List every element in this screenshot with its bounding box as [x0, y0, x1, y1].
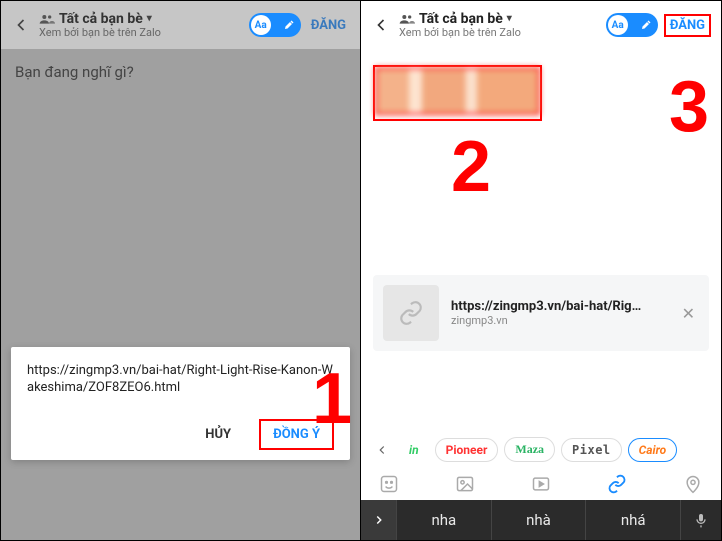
video-icon[interactable]	[531, 474, 551, 494]
keyboard-suggestion[interactable]: nha	[397, 500, 492, 540]
format-toggle[interactable]: Aa	[606, 13, 658, 37]
composer-area[interactable]: Bạn đang nghĩ gì?	[1, 49, 360, 95]
link-thumb-icon	[383, 285, 439, 341]
image-icon[interactable]	[455, 474, 475, 494]
font-chip-pioneer[interactable]: Pioneer	[435, 438, 499, 462]
caret-down-icon: ▾	[507, 13, 512, 25]
post-button[interactable]: ĐĂNG	[664, 14, 711, 37]
font-chip-pixel[interactable]: Pixel	[561, 438, 622, 462]
annotation-1: 1	[312, 363, 352, 435]
redacted-text-box	[373, 65, 542, 121]
font-chip-maza[interactable]: Maza	[504, 437, 555, 462]
audience-title: Tất cả bạn bè	[419, 11, 503, 27]
back-icon[interactable]	[371, 15, 391, 35]
header-title-block[interactable]: Tất cả bạn bè ▾ Xem bởi bạn bè trên Zalo	[39, 11, 241, 40]
annotation-3: 3	[669, 71, 709, 143]
keyboard-mic-icon[interactable]	[681, 512, 721, 528]
aa-icon: Aa	[251, 15, 271, 35]
remove-link-button[interactable]: ✕	[678, 304, 699, 323]
people-icon	[399, 13, 415, 25]
font-chip-cairo[interactable]: Cairo	[628, 438, 678, 462]
header-actions: Aa ĐĂNG	[249, 13, 350, 37]
caret-down-icon: ▾	[147, 13, 152, 25]
format-toggle[interactable]: Aa	[249, 13, 301, 37]
header-title-block[interactable]: Tất cả bạn bè ▾ Xem bởi bạn bè trên Zalo	[399, 11, 598, 40]
keyboard-suggestion[interactable]: nhà	[492, 500, 587, 540]
aa-icon: Aa	[608, 15, 628, 35]
composer-placeholder: Bạn đang nghĩ gì?	[15, 63, 346, 81]
people-icon	[39, 13, 55, 25]
header: Tất cả bạn bè ▾ Xem bởi bạn bè trên Zalo…	[361, 1, 721, 49]
location-icon[interactable]	[683, 474, 703, 494]
brush-icon	[640, 19, 652, 31]
font-chip-row: in Pioneer Maza Pixel Cairo	[361, 429, 721, 470]
dialog-url-text: https://zingmp3.vn/bai-hat/Right-Light-R…	[27, 363, 334, 397]
link-title: https://zingmp3.vn/bai-hat/Rig…	[451, 299, 666, 314]
keyboard-expand-button[interactable]	[361, 500, 397, 540]
composer-area[interactable]: 2 3 https://zingmp3.vn/bai-hat/Rig… zing…	[361, 49, 721, 429]
font-chip-in[interactable]: in	[399, 439, 429, 461]
brush-icon	[283, 19, 295, 31]
audience-subtitle: Xem bởi bạn bè trên Zalo	[399, 27, 598, 40]
cancel-button[interactable]: HỦY	[205, 427, 231, 442]
paste-url-dialog: https://zingmp3.vn/bai-hat/Right-Light-R…	[11, 347, 350, 460]
keyboard-suggestion[interactable]: nhá	[586, 500, 681, 540]
link-preview-card: https://zingmp3.vn/bai-hat/Rig… zingmp3.…	[373, 275, 709, 351]
audience-title: Tất cả bạn bè	[59, 11, 143, 27]
audience-subtitle: Xem bởi bạn bè trên Zalo	[39, 27, 241, 40]
link-domain: zingmp3.vn	[451, 314, 666, 327]
keyboard-suggestion-bar: nha nhà nhá	[361, 500, 721, 540]
post-button[interactable]: ĐĂNG	[307, 16, 350, 35]
header-actions: Aa ĐĂNG	[606, 13, 711, 37]
link-icon[interactable]	[607, 474, 627, 494]
header: Tất cả bạn bè ▾ Xem bởi bạn bè trên Zalo…	[1, 1, 360, 49]
sticker-icon[interactable]	[379, 474, 399, 494]
screenshot-right: Tất cả bạn bè ▾ Xem bởi bạn bè trên Zalo…	[361, 1, 721, 540]
annotation-2: 2	[451, 131, 491, 203]
composer-toolbar	[361, 470, 721, 500]
screenshot-left: Tất cả bạn bè ▾ Xem bởi bạn bè trên Zalo…	[1, 1, 361, 540]
back-icon[interactable]	[11, 15, 31, 35]
chevron-left-icon[interactable]	[371, 439, 393, 461]
